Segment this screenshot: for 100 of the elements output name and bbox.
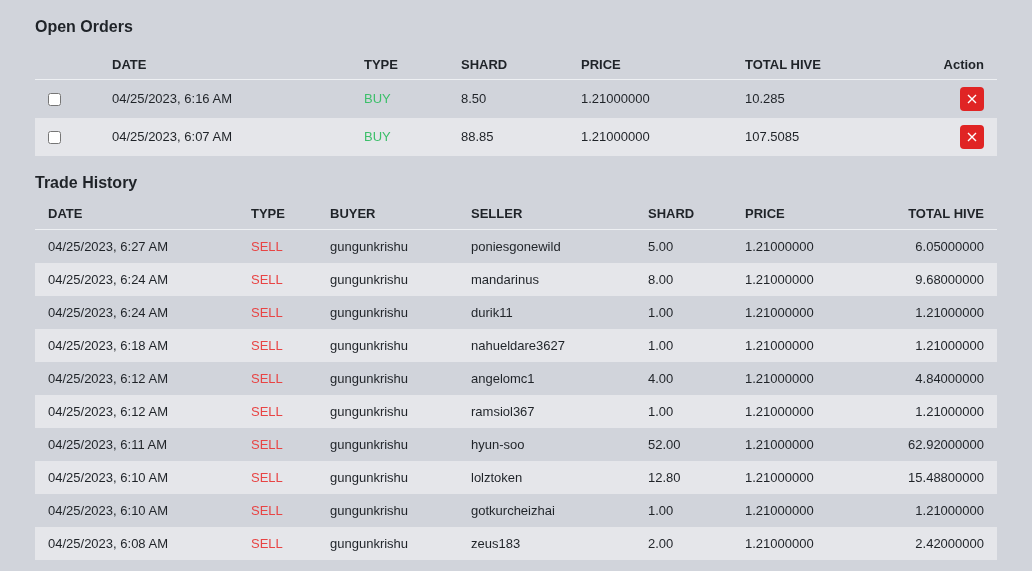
table-cell: 1.21000000	[745, 271, 814, 287]
table-cell: 1.21000000	[745, 337, 814, 353]
table-cell: poniesgonewild	[471, 238, 561, 254]
table-cell: gungunkrishu	[330, 337, 409, 353]
table-cell: SELL	[251, 403, 283, 419]
table-cell: 1.21000000	[581, 91, 650, 107]
section-title: Open Orders	[35, 17, 133, 37]
table-cell: 4.00	[648, 370, 674, 386]
table-cell: 04/25/2023, 6:08 AM	[48, 535, 168, 551]
table-cell: SELL	[251, 271, 283, 287]
table-cell: SELL	[251, 238, 283, 254]
table-cell: 2.00	[648, 535, 674, 551]
table-cell: 12.80	[648, 469, 681, 485]
table-cell: SELL	[251, 370, 283, 386]
table-cell: 1.21000000	[915, 502, 984, 518]
table-cell: 1.21000000	[745, 535, 814, 551]
table-cell: 62.92000000	[908, 436, 984, 452]
column-header: SHARD	[648, 205, 695, 221]
table-cell: angelomc1	[471, 370, 535, 386]
table-cell: SELL	[251, 469, 283, 485]
table-cell: 1.21000000	[745, 436, 814, 452]
table-cell: gungunkrishu	[330, 502, 409, 518]
table-cell: BUY	[364, 91, 391, 107]
table-cell: 8.50	[461, 91, 487, 107]
table-cell: SELL	[251, 337, 283, 353]
table-cell: gungunkrishu	[330, 535, 409, 551]
table-cell: SELL	[251, 436, 283, 452]
table-cell: 15.48800000	[908, 469, 984, 485]
table-cell: 04/25/2023, 6:12 AM	[48, 403, 168, 419]
table-cell: gotkurcheizhai	[471, 502, 555, 518]
table-cell: 2.42000000	[915, 535, 984, 551]
table-cell: hyun-soo	[471, 436, 525, 452]
table-cell: 04/25/2023, 6:18 AM	[48, 337, 168, 353]
table-cell: gungunkrishu	[330, 271, 409, 287]
close-icon	[967, 94, 977, 104]
table-cell: 1.21000000	[915, 403, 984, 419]
column-header: DATE	[48, 205, 83, 221]
column-header: BUYER	[330, 205, 376, 221]
table-cell: durik11	[471, 304, 513, 320]
column-header: TYPE	[251, 205, 285, 221]
table-cell: 8.00	[648, 271, 674, 287]
table-cell: 04/25/2023, 6:10 AM	[48, 502, 168, 518]
table-cell: 04/25/2023, 6:11 AM	[48, 436, 168, 452]
column-header: SHARD	[461, 56, 508, 72]
table-cell: 1.21000000	[581, 129, 650, 145]
table-cell: 1.21000000	[745, 403, 814, 419]
cancel-button[interactable]	[960, 87, 984, 111]
table-cell: 1.21000000	[745, 238, 814, 254]
table-cell: gungunkrishu	[330, 436, 409, 452]
table-cell: 1.00	[648, 502, 674, 518]
column-header: SELLER	[471, 205, 523, 221]
table-cell: 04/25/2023, 6:16 AM	[112, 91, 232, 107]
table-cell: SELL	[251, 502, 283, 518]
table-cell: lolztoken	[471, 469, 523, 485]
table-cell: 04/25/2023, 6:24 AM	[48, 271, 168, 287]
table-cell: 04/25/2023, 6:12 AM	[48, 370, 168, 386]
table-cell: 10.285	[745, 91, 785, 107]
table-cell: ramsiol367	[471, 403, 535, 419]
table-cell: 1.21000000	[915, 304, 984, 320]
table-cell: zeus183	[471, 535, 521, 551]
table-cell: 52.00	[648, 436, 681, 452]
close-icon	[967, 132, 977, 142]
table-cell: 4.84000000	[915, 370, 984, 386]
table-cell: gungunkrishu	[330, 403, 409, 419]
table-cell: 1.21000000	[745, 502, 814, 518]
row-checkbox[interactable]	[48, 92, 61, 106]
table-cell: BUY	[364, 129, 391, 145]
table-cell: 04/25/2023, 6:10 AM	[48, 469, 168, 485]
table-cell: 107.5085	[745, 129, 800, 145]
table-cell: 88.85	[461, 129, 494, 145]
table-cell: 1.00	[648, 304, 674, 320]
table-cell: nahueldare3627	[471, 337, 565, 353]
column-header: DATE	[112, 56, 147, 72]
table-cell: gungunkrishu	[330, 238, 409, 254]
table-cell: 6.05000000	[915, 238, 984, 254]
row-checkbox[interactable]	[48, 130, 61, 144]
table-cell: 04/25/2023, 6:07 AM	[112, 129, 232, 145]
table-cell: SELL	[251, 304, 283, 320]
table-cell: 9.68000000	[915, 271, 984, 287]
table-cell: 04/25/2023, 6:24 AM	[48, 304, 168, 320]
table-cell: 5.00	[648, 238, 674, 254]
table-cell: 1.21000000	[915, 337, 984, 353]
section-title: Trade History	[35, 173, 138, 193]
column-header: PRICE	[745, 205, 785, 221]
table-cell: 1.00	[648, 403, 674, 419]
table-cell: 1.21000000	[745, 469, 814, 485]
table-cell: mandarinus	[471, 271, 539, 287]
column-header: TOTAL HIVE	[908, 205, 984, 221]
table-cell: gungunkrishu	[330, 469, 409, 485]
table-cell: 1.00	[648, 337, 674, 353]
table-cell: SELL	[251, 535, 283, 551]
column-header: Action	[943, 56, 984, 72]
table-cell: 1.21000000	[745, 304, 814, 320]
table-cell: 1.21000000	[745, 370, 814, 386]
column-header: TYPE	[364, 56, 398, 72]
column-header: TOTAL HIVE	[745, 56, 821, 72]
table-cell: gungunkrishu	[330, 304, 409, 320]
table-cell: 04/25/2023, 6:27 AM	[48, 238, 168, 254]
cancel-button[interactable]	[960, 125, 984, 149]
column-header: PRICE	[581, 56, 621, 72]
